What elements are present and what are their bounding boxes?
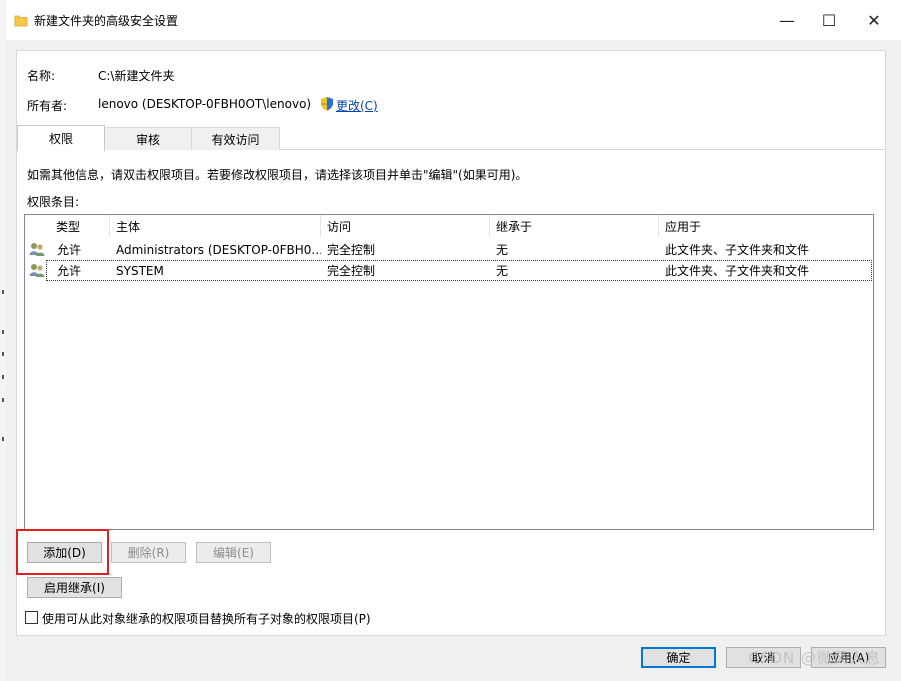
close-icon: ✕ [867,10,881,30]
maximize-button[interactable]: ☐ [806,0,852,40]
column-header-label: 继承于 [496,219,533,234]
user-group-icon [29,264,45,277]
column-header-label: 访问 [327,219,352,234]
desktop-edge-mark [2,352,4,356]
column-header-label: 类型 [56,219,81,234]
cell-applies-to: 此文件夹、子文件夹和文件 [665,264,810,278]
highlight-box [16,529,109,575]
edit-button[interactable]: 编辑(E) [196,542,271,563]
minimize-icon: — [779,10,795,30]
column-header-inherited-from[interactable]: 继承于 [490,215,659,237]
cell-access: 完全控制 [327,264,376,278]
desktop-edge-mark [2,437,4,441]
table-row[interactable]: 允许 Administrators (DESKTOP-0FBH0... 完全控制… [25,239,872,260]
tab-label: 有效访问 [211,132,260,147]
cell-applies-to: 此文件夹、子文件夹和文件 [665,243,810,257]
desktop-edge-mark [2,330,4,334]
cell-inherited-from: 无 [496,264,509,278]
cell-principal: SYSTEM [116,263,164,278]
desktop-edge-mark [2,398,4,402]
window-title: 新建文件夹的高级安全设置 [34,14,179,28]
cell-type: 允许 [57,243,82,257]
cell-principal: Administrators (DESKTOP-0FBH0... [116,242,321,257]
minimize-button[interactable]: — [764,0,810,40]
cell-inherited-from: 无 [496,243,509,257]
desktop-edge-mark [2,290,4,294]
cell-type: 允许 [57,264,82,278]
watermark-text: CSDN @微风人息 [748,649,881,667]
close-button[interactable]: ✕ [851,0,897,40]
change-owner-link[interactable]: 更改(C) [336,97,378,114]
column-header-label: 应用于 [665,219,702,234]
name-label: 名称: [27,69,56,83]
tab-permissions[interactable]: 权限 [17,125,105,151]
tab-label: 审核 [135,132,160,147]
column-header-applies-to[interactable]: 应用于 [659,215,873,237]
hint-text: 如需其他信息，请双击权限项目。若要修改权限项目，请选择该项目并单击"编辑"(如果… [27,168,528,182]
permission-entries-label: 权限条目: [27,195,80,209]
owner-label: 所有者: [27,99,68,113]
enable-inheritance-button[interactable]: 启用继承(I) [27,577,122,598]
column-header-principal[interactable]: 主体 [110,215,321,237]
name-value: C:\新建文件夹 [98,69,175,83]
column-header-label: 主体 [116,219,141,234]
table-row[interactable]: 允许 SYSTEM 完全控制 无 此文件夹、子文件夹和文件 [25,260,872,281]
desktop-edge-mark [2,375,4,379]
tab-auditing[interactable]: 审核 [104,127,192,150]
remove-button[interactable]: 删除(R) [111,542,186,563]
user-group-icon [29,243,45,256]
column-header-type[interactable]: 类型 [50,215,110,237]
cell-access: 完全控制 [327,243,376,257]
uac-shield-icon [321,97,333,111]
maximize-icon: ☐ [821,10,837,30]
replace-child-permissions-checkbox[interactable] [25,611,38,624]
title-bar[interactable]: 新建文件夹的高级安全设置 — ☐ ✕ [6,0,901,40]
owner-value: lenovo (DESKTOP-0FBH0OT\lenovo) [98,97,312,111]
ok-button[interactable]: 确定 [641,647,716,668]
tab-effective-access[interactable]: 有效访问 [191,127,280,150]
replace-child-permissions-label: 使用可从此对象继承的权限项目替换所有子对象的权限项目(P) [42,612,371,626]
folder-icon [14,15,28,27]
column-header-access[interactable]: 访问 [321,215,490,237]
tab-label: 权限 [48,132,73,146]
